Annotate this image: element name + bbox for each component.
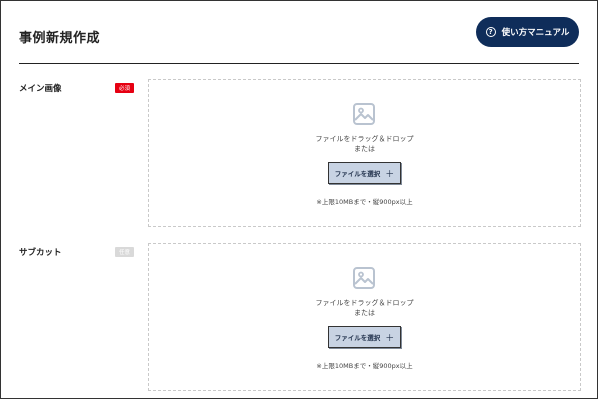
select-file-button-label: ファイルを選択 [334,170,381,178]
manual-button-label: 使い方マニュアル [501,28,570,38]
optional-badge: 任意 [115,247,134,257]
field-label: メイン画像 [19,84,62,94]
question-circle-icon: ? [485,27,496,37]
required-badge: 必須 [115,83,134,93]
dropzone-or-text: または [354,145,375,153]
dropzone-or-text: または [354,309,375,317]
page-header: 事例新規作成 ? 使い方マニュアル [19,17,579,64]
file-limit-note: ※上限10MBまで・縦900px以上 [316,198,413,206]
file-limit-note: ※上限10MBまで・縦900px以上 [316,362,413,370]
select-file-button[interactable]: ファイルを選択 ＋ [328,326,401,348]
plus-icon: ＋ [385,333,395,344]
image-icon [353,103,375,125]
image-icon [353,267,375,289]
select-file-button-label: ファイルを選択 [334,334,381,342]
plus-icon: ＋ [385,169,395,180]
page-title: 事例新規作成 [19,31,101,46]
dropzone-instruction: ファイルをドラッグ＆ドロップ [315,135,414,143]
field-label: サブカット [19,248,62,258]
field-sub-cut: サブカット 任意 ファイルをドラッグ＆ドロップ または ファイルを選択 ＋ ※上… [19,243,581,393]
file-dropzone[interactable]: ファイルをドラッグ＆ドロップ または ファイルを選択 ＋ ※上限10MBまで・縦… [148,243,581,391]
field-main-image: メイン画像 必須 ファイルをドラッグ＆ドロップ または ファイルを選択 ＋ ※上… [19,79,581,229]
file-dropzone[interactable]: ファイルをドラッグ＆ドロップ または ファイルを選択 ＋ ※上限10MBまで・縦… [148,79,581,227]
page-frame: 事例新規作成 ? 使い方マニュアル メイン画像 必須 ファイルをドラッグ＆ドロッ… [0,0,598,399]
select-file-button[interactable]: ファイルを選択 ＋ [328,162,401,184]
dropzone-instruction: ファイルをドラッグ＆ドロップ [315,299,414,307]
manual-button[interactable]: ? 使い方マニュアル [476,17,579,47]
